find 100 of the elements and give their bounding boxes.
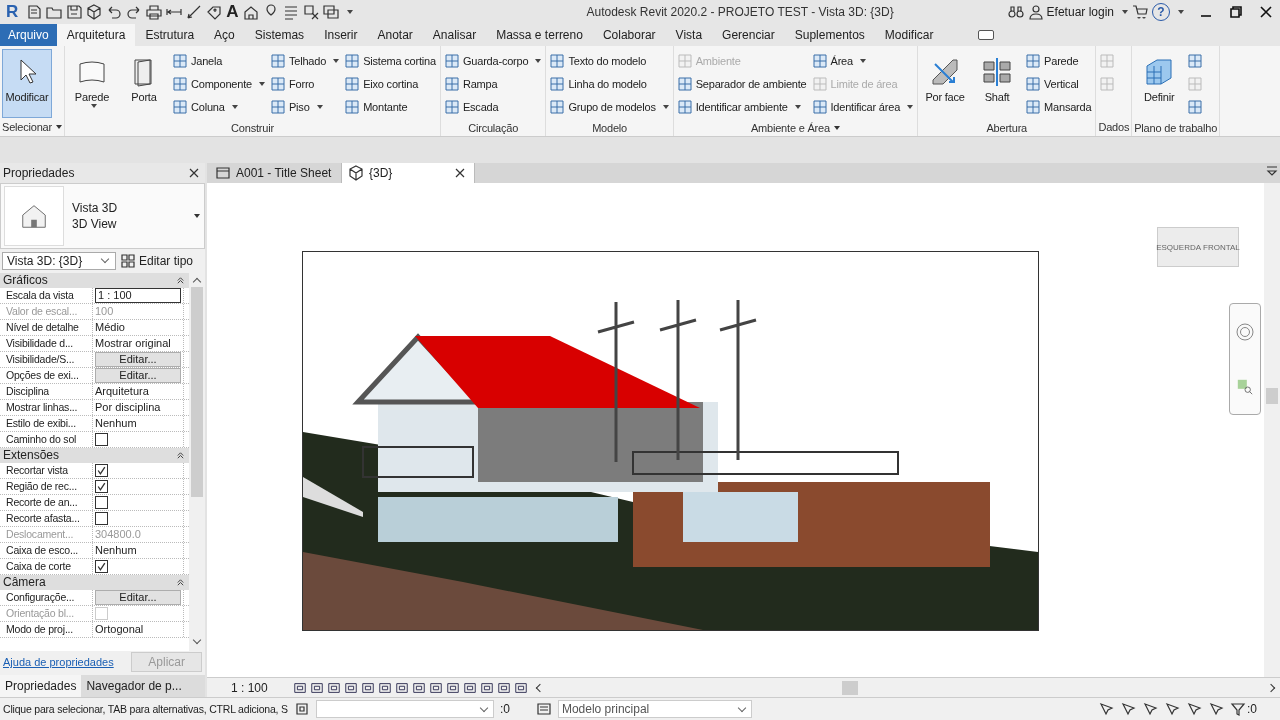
view-tab[interactable]: {3D} [342, 163, 475, 183]
checkbox[interactable] [95, 463, 108, 477]
panel-title: Abertura [985, 120, 1029, 136]
ribbon-large-button[interactable]: Porta [119, 49, 169, 119]
property-value: 304800.0 [95, 528, 141, 541]
checkbox[interactable] [95, 511, 108, 525]
save-icon[interactable] [66, 4, 83, 20]
binoculars-icon[interactable] [1007, 4, 1024, 20]
ribbon-tab[interactable]: Analisar [422, 24, 487, 46]
scrollbar[interactable] [189, 272, 205, 652]
ribbon-tab[interactable]: Massa e terreno [486, 24, 593, 46]
printer-icon[interactable] [146, 4, 163, 20]
file-menu-tab[interactable]: Arquivo [0, 24, 57, 46]
ribbon-button[interactable]: Janela [172, 51, 266, 71]
ribbon-button[interactable] [1187, 51, 1205, 71]
login-button[interactable]: Efetuar login [1027, 4, 1114, 20]
ribbon-button[interactable]: Guarda-corpo [443, 51, 543, 71]
caret-icon[interactable] [1122, 10, 1128, 14]
ribbon-button[interactable]: Texto do modelo [549, 51, 670, 71]
ribbon-tab[interactable]: Vista [665, 24, 713, 46]
ribbon-button[interactable]: Mansarda [1025, 97, 1093, 117]
workset-icon[interactable] [293, 701, 310, 717]
ribbon-tab[interactable]: Sistemas [244, 24, 315, 46]
zoom-icon[interactable] [1236, 378, 1254, 396]
panel-title[interactable]: Ambiente e Área [675, 119, 916, 136]
design-options-icon[interactable] [535, 701, 552, 717]
close-icon[interactable] [1258, 4, 1274, 20]
checkbox[interactable] [95, 432, 108, 446]
ribbon-button[interactable]: Identificar ambiente [676, 97, 808, 117]
panel-title[interactable]: Selecionar [2, 118, 62, 136]
edit-type-button[interactable]: Editar tipo [120, 252, 194, 269]
ribbon-button[interactable]: Sistema cortina [344, 51, 437, 71]
ribbon-button[interactable]: Parede [1025, 51, 1093, 71]
ribbon-tab[interactable]: Inserir [314, 24, 368, 46]
ribbon-tab[interactable]: Estrutura [135, 24, 205, 46]
caret-icon[interactable] [346, 10, 353, 14]
ribbon-tab[interactable]: Gerenciar [712, 24, 785, 46]
ribbon-tab[interactable]: Suplementos [784, 24, 875, 46]
ribbon-tab[interactable]: Modificar [874, 24, 944, 46]
ribbon-tab[interactable]: Aço [204, 24, 245, 46]
ribbon-button[interactable]: Componente [172, 74, 266, 94]
grid-icon [344, 99, 361, 115]
design-option-dropdown[interactable]: Modelo principal [557, 700, 752, 718]
ribbon-tab[interactable]: Colaborar [592, 24, 666, 46]
caret-icon[interactable] [1178, 10, 1184, 14]
ribbon-button[interactable]: Identificar área [811, 97, 915, 117]
edit-button[interactable]: Editar... [95, 367, 181, 383]
ribbon-large-button[interactable]: Modificar [2, 49, 52, 118]
ribbon-button[interactable]: Coluna [172, 97, 266, 117]
ribbon-button[interactable]: Rampa [443, 74, 543, 94]
ribbon-tab[interactable]: Anotar [367, 24, 423, 46]
undo-icon[interactable] [106, 4, 123, 20]
ribbon-large-button[interactable]: Definir [1134, 49, 1185, 119]
windows-icon[interactable] [322, 4, 339, 20]
ribbon-button[interactable]: Piso [270, 97, 341, 117]
ribbon-button[interactable]: Escada [443, 97, 543, 117]
file-icon[interactable] [26, 4, 43, 20]
filter-button[interactable]: :0 [1230, 701, 1257, 717]
window-title: Autodesk Revit 2020.2 - PROJETO TEST - Vista 3D: {3D} [585, 5, 895, 19]
help-link[interactable]: Ajuda de propriedades [3, 656, 114, 669]
ribbon-large-button[interactable]: Por face [920, 49, 971, 119]
ribbon-button[interactable]: Eixo cortina [344, 74, 437, 94]
ribbon-button[interactable]: Montante [344, 97, 437, 117]
ribbon-button[interactable]: Separador de ambiente [676, 74, 808, 94]
ribbon-button[interactable]: Área [811, 51, 915, 71]
checkbox[interactable] [95, 495, 108, 509]
restore-icon[interactable] [1228, 4, 1244, 20]
steering-wheel-icon[interactable] [1235, 322, 1255, 342]
view-dropdown[interactable]: Vista 3D: {3D} [2, 251, 116, 270]
scale-field[interactable]: 1 : 100 [95, 287, 181, 303]
panel-tab[interactable]: Propriedades [0, 675, 82, 697]
grid-icon [1099, 76, 1116, 92]
ribbon-large-button[interactable]: Parede [67, 49, 117, 119]
ribbon-button[interactable]: Vertical [1025, 74, 1093, 94]
cart-icon[interactable] [1132, 4, 1148, 20]
app-logo[interactable]: R [6, 2, 19, 22]
ribbon-button[interactable]: Grupo de modelos [549, 97, 670, 117]
scale-button[interactable]: 1 : 100 [231, 680, 268, 695]
ribbon-tab[interactable]: Arquitetura [56, 24, 136, 46]
panel-title: Modelo [591, 120, 628, 136]
checkbox[interactable] [95, 559, 108, 573]
ribbon-button[interactable] [1187, 97, 1205, 117]
ribbon-button[interactable]: Telhado [270, 51, 341, 71]
folder-icon[interactable] [46, 4, 63, 20]
ribbon-button[interactable]: Forro [270, 74, 341, 94]
tag-icon[interactable] [206, 4, 223, 20]
scrollbar[interactable] [1264, 183, 1280, 677]
ribbon-button[interactable]: Linha do modelo [549, 74, 670, 94]
view-cube[interactable]: ESQUERDA FRONTAL [1157, 227, 1239, 267]
house-icon[interactable] [242, 4, 259, 20]
text-tool[interactable]: A [226, 2, 239, 22]
checkbox[interactable] [95, 479, 108, 493]
delete-icon[interactable] [302, 4, 319, 20]
type-selector[interactable]: Vista 3D 3D View [0, 182, 205, 249]
ribbon-large-button[interactable]: Shaft [972, 49, 1023, 119]
edit-button[interactable]: Editar... [95, 351, 181, 367]
measure-icon[interactable] [186, 4, 203, 20]
grid-icon [811, 76, 828, 92]
section-header[interactable]: Gráficos [0, 272, 189, 288]
panel-tab[interactable]: Navegador de p... [81, 675, 187, 697]
